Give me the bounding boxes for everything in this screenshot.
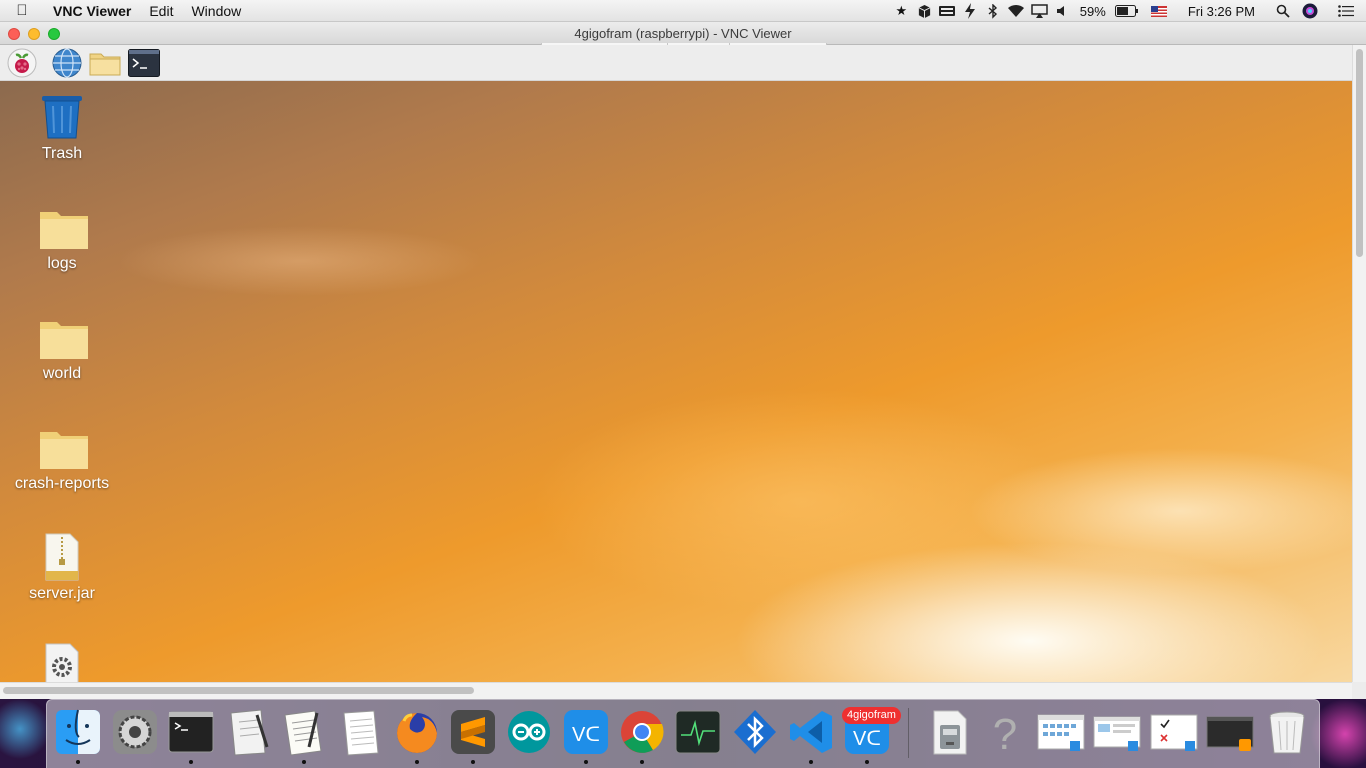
bluetooth-icon[interactable]: [730, 707, 780, 757]
notification-center-icon[interactable]: [1326, 0, 1366, 22]
desktop-item-crash-reports[interactable]: crash-reports: [12, 425, 112, 493]
desktop-item-settings-file[interactable]: [12, 643, 112, 682]
running-indicator: [584, 760, 588, 764]
volume-icon[interactable]: [1051, 0, 1074, 22]
wifi-icon[interactable]: [1005, 0, 1028, 22]
spotlight-icon[interactable]: [1271, 0, 1294, 22]
horizontal-scrollbar[interactable]: [0, 682, 1352, 699]
screenshot-icon[interactable]: [1149, 707, 1199, 757]
power-icon[interactable]: [959, 0, 982, 22]
app-menu[interactable]: VNC Viewer: [44, 3, 140, 19]
finder-icon[interactable]: [53, 707, 103, 757]
vnc-window: 4gigofram (raspberrypi) - VNC Viewer Tra…: [0, 22, 1366, 699]
desktop-item-label: world: [42, 365, 82, 382]
desktop-item-label: Trash: [41, 145, 83, 162]
drive-icon[interactable]: [936, 0, 959, 22]
pi-taskbar: [0, 45, 1352, 81]
svg-text:?: ?: [993, 710, 1017, 757]
notification-badge: 4gigofram: [842, 707, 901, 724]
star-icon[interactable]: ★: [890, 0, 913, 22]
file-manager-icon[interactable]: [89, 49, 121, 77]
running-indicator: [189, 760, 193, 764]
desktop-item-server-jar[interactable]: server.jar: [12, 533, 112, 603]
web-browser-icon[interactable]: [51, 48, 83, 78]
sublime-text-icon[interactable]: [448, 707, 498, 757]
desktop-item-label: crash-reports: [14, 475, 110, 492]
raspberry-menu-icon[interactable]: [6, 48, 38, 78]
desktop-item-label: logs: [47, 255, 77, 272]
arduino-icon[interactable]: [504, 707, 554, 757]
airplay-icon[interactable]: [1028, 0, 1051, 22]
archive-icon: [38, 533, 86, 581]
terminal-icon[interactable]: [128, 49, 160, 77]
textedit-icon[interactable]: [279, 707, 329, 757]
notes-icon[interactable]: [336, 707, 386, 757]
terminal-icon[interactable]: [166, 707, 216, 757]
cube-icon[interactable]: [913, 0, 936, 22]
horizontal-scroll-thumb[interactable]: [3, 687, 474, 694]
desktop-item-trash[interactable]: Trash: [12, 95, 112, 163]
apple-menu-icon[interactable]: : [0, 2, 44, 19]
desktop-item-logs[interactable]: logs: [12, 205, 112, 273]
screenshot-icon[interactable]: [1092, 707, 1142, 757]
system-preferences-icon[interactable]: [110, 707, 160, 757]
running-indicator: [865, 760, 869, 764]
settings-file-icon: [38, 643, 86, 682]
running-indicator: [809, 760, 813, 764]
chrome-icon[interactable]: [617, 707, 667, 757]
folder-icon: [38, 315, 88, 359]
running-indicator: [76, 760, 80, 764]
vscode-icon[interactable]: [786, 707, 836, 757]
desktop-item-world[interactable]: world: [12, 315, 112, 383]
script-editor-icon[interactable]: [223, 707, 273, 757]
trash-icon: [38, 95, 86, 139]
bluetooth-status-icon[interactable]: [982, 0, 1005, 22]
flag-icon[interactable]: [1142, 0, 1176, 22]
battery-percent: 59%: [1079, 3, 1106, 19]
desktop[interactable]: Trash logs world crash-reports server.ja…: [0, 81, 1352, 682]
folder-icon: [38, 425, 88, 469]
screenshot-icon[interactable]: [1036, 707, 1086, 757]
firefox-icon[interactable]: [392, 707, 442, 757]
vertical-scrollbar[interactable]: [1352, 45, 1366, 682]
trash-icon[interactable]: [1262, 707, 1312, 757]
menubar:  VNC Viewer Edit Window ★ 59%: [0, 0, 1366, 22]
vnc-viewer-icon[interactable]: Vᑕ: [561, 707, 611, 757]
status-area: ★ 59% Fri 3:26 PM: [890, 0, 1366, 22]
svg-text:Vᑕ: Vᑕ: [853, 728, 881, 750]
title-bar[interactable]: 4gigofram (raspberrypi) - VNC Viewer: [0, 22, 1366, 45]
running-indicator: [302, 760, 306, 764]
folder-icon: [38, 205, 88, 249]
downloads-stack-icon[interactable]: [924, 707, 974, 757]
running-indicator: [415, 760, 419, 764]
svg-text:Vᑕ: Vᑕ: [572, 724, 600, 746]
vertical-scroll-thumb[interactable]: [1356, 49, 1363, 257]
edit-menu[interactable]: Edit: [140, 3, 182, 19]
battery-icon[interactable]: [1112, 0, 1142, 22]
clock[interactable]: Fri 3:26 PM: [1176, 4, 1271, 19]
remote-display[interactable]: Trash logs world crash-reports server.ja…: [0, 45, 1352, 682]
window-title: 4gigofram (raspberrypi) - VNC Viewer: [574, 26, 792, 41]
window-menu[interactable]: Window: [182, 3, 250, 19]
activity-monitor-icon[interactable]: [673, 707, 723, 757]
running-indicator: [471, 760, 475, 764]
siri-icon[interactable]: [1294, 0, 1326, 22]
desktop-item-label: server.jar: [29, 585, 95, 602]
dock-separator: [908, 708, 909, 758]
sublime-window-icon[interactable]: [1205, 707, 1255, 757]
running-indicator: [640, 760, 644, 764]
help-icon[interactable]: ?: [980, 707, 1030, 757]
